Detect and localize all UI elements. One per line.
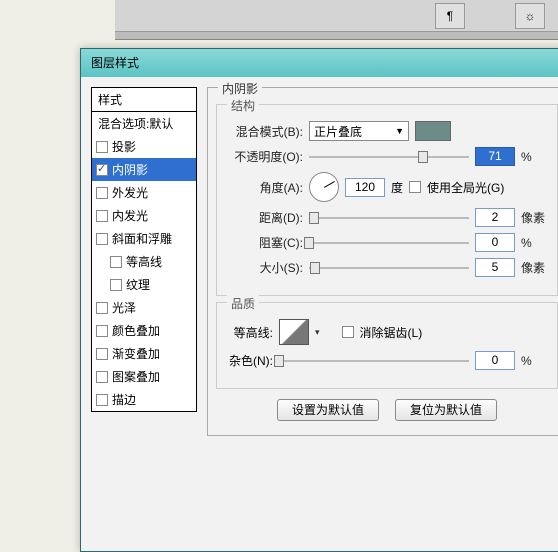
style-label: 内发光 [112,207,148,224]
style-row[interactable]: 斜面和浮雕 [92,227,196,250]
style-checkbox[interactable] [96,302,108,314]
choke-input[interactable]: 0 [475,233,515,252]
style-row[interactable]: 内发光 [92,204,196,227]
opacity-unit: % [521,150,549,164]
style-label: 混合选项:默认 [98,115,173,132]
choke-unit: % [521,236,549,250]
style-label: 渐变叠加 [112,345,160,362]
angle-dial[interactable] [309,172,339,202]
make-default-button[interactable]: 设置为默认值 [277,399,379,421]
blend-mode-label: 混合模式(B): [225,123,303,140]
style-label: 斜面和浮雕 [112,230,172,247]
noise-slider[interactable] [279,352,469,370]
style-label: 图案叠加 [112,368,160,385]
style-checkbox[interactable] [96,210,108,222]
brightness-button[interactable]: ☼ [515,3,545,29]
style-checkbox[interactable] [110,256,122,268]
opacity-label: 不透明度(O): [225,148,303,165]
style-row[interactable]: 混合选项:默认 [92,112,196,135]
opacity-input[interactable]: 71 [475,147,515,166]
style-row[interactable]: 颜色叠加 [92,319,196,342]
noise-unit: % [521,354,549,368]
size-slider[interactable] [309,259,469,277]
angle-label: 角度(A): [225,179,303,196]
global-light-label: 使用全局光(G) [427,179,504,196]
style-row[interactable]: 等高线 [92,250,196,273]
style-label: 纹理 [126,276,150,293]
angle-unit: 度 [391,179,403,196]
styles-list: 混合选项:默认投影内阴影外发光内发光斜面和浮雕等高线纹理光泽颜色叠加渐变叠加图案… [91,112,197,412]
style-row[interactable]: 渐变叠加 [92,342,196,365]
choke-label: 阻塞(C): [225,234,303,251]
size-label: 大小(S): [225,259,303,276]
style-checkbox[interactable] [96,233,108,245]
angle-input[interactable]: 120 [345,178,385,197]
style-label: 投影 [112,138,136,155]
choke-slider[interactable] [309,234,469,252]
opacity-slider[interactable] [309,148,469,166]
panel-title: 内阴影 [218,80,262,97]
dialog-title: 图层样式 [81,49,558,77]
contour-label: 等高线: [225,324,273,341]
blend-mode-select[interactable]: 正片叠底 ▼ [309,121,409,141]
antialias-checkbox[interactable] [342,326,354,338]
layer-style-dialog: 图层样式 样式 混合选项:默认投影内阴影外发光内发光斜面和浮雕等高线纹理光泽颜色… [80,48,558,552]
antialias-label: 消除锯齿(L) [360,324,423,341]
quality-legend: 品质 [227,295,259,312]
style-row[interactable]: 图案叠加 [92,365,196,388]
noise-input[interactable]: 0 [475,351,515,370]
style-checkbox[interactable] [96,187,108,199]
color-swatch[interactable] [415,121,451,141]
structure-legend: 结构 [227,97,259,114]
styles-header[interactable]: 样式 [91,87,197,112]
global-light-checkbox[interactable] [409,181,421,193]
structure-group: 结构 混合模式(B): 正片叠底 ▼ 不透明度(O): [216,104,558,296]
style-label: 颜色叠加 [112,322,160,339]
distance-unit: 像素 [521,209,549,226]
noise-label: 杂色(N): [225,352,273,369]
style-row[interactable]: 内阴影 [92,158,196,181]
style-label: 光泽 [112,299,136,316]
distance-slider[interactable] [309,209,469,227]
quality-group: 品质 等高线: ▾ 消除锯齿(L) 杂色(N): [216,302,558,389]
style-label: 内阴影 [112,161,148,178]
reset-default-button[interactable]: 复位为默认值 [395,399,497,421]
distance-input[interactable]: 2 [475,208,515,227]
pilcrow-button[interactable]: ¶ [435,3,465,29]
chevron-down-icon: ▼ [395,126,404,136]
style-checkbox[interactable] [96,371,108,383]
style-row[interactable]: 外发光 [92,181,196,204]
styles-panel: 样式 混合选项:默认投影内阴影外发光内发光斜面和浮雕等高线纹理光泽颜色叠加渐变叠… [91,87,197,436]
inner-shadow-panel: 内阴影 结构 混合模式(B): 正片叠底 ▼ 不透明度(O): [207,87,558,436]
style-row[interactable]: 投影 [92,135,196,158]
size-unit: 像素 [521,259,549,276]
style-row[interactable]: 纹理 [92,273,196,296]
style-checkbox[interactable] [96,394,108,406]
style-label: 等高线 [126,253,162,270]
style-row[interactable]: 描边 [92,388,196,411]
style-checkbox[interactable] [96,325,108,337]
distance-label: 距离(D): [225,209,303,226]
style-row[interactable]: 光泽 [92,296,196,319]
blend-mode-value: 正片叠底 [314,123,362,140]
chevron-down-icon[interactable]: ▾ [315,327,320,338]
style-checkbox[interactable] [96,141,108,153]
app-toolbar: ¶ ☼ [115,0,558,40]
style-checkbox[interactable] [110,279,122,291]
contour-picker[interactable] [279,319,309,345]
style-label: 描边 [112,391,136,408]
size-input[interactable]: 5 [475,258,515,277]
style-label: 外发光 [112,184,148,201]
style-checkbox[interactable] [96,164,108,176]
style-checkbox[interactable] [96,348,108,360]
